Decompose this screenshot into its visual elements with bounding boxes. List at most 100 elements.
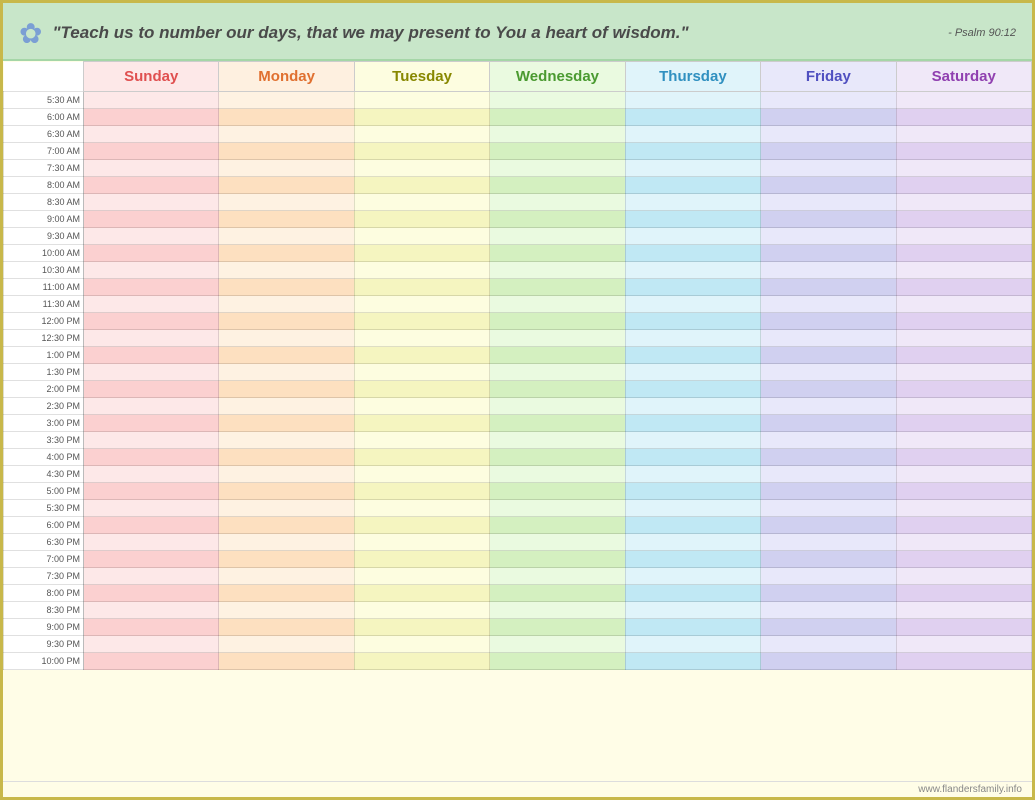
thursday-cell[interactable] xyxy=(625,585,760,602)
monday-cell[interactable] xyxy=(219,160,354,177)
sunday-cell[interactable] xyxy=(84,313,219,330)
monday-cell[interactable] xyxy=(219,551,354,568)
monday-cell[interactable] xyxy=(219,262,354,279)
thursday-cell[interactable] xyxy=(625,92,760,109)
thursday-cell[interactable] xyxy=(625,551,760,568)
saturday-cell[interactable] xyxy=(896,602,1031,619)
saturday-cell[interactable] xyxy=(896,619,1031,636)
wednesday-cell[interactable] xyxy=(490,109,625,126)
thursday-cell[interactable] xyxy=(625,653,760,670)
wednesday-cell[interactable] xyxy=(490,245,625,262)
wednesday-cell[interactable] xyxy=(490,279,625,296)
wednesday-cell[interactable] xyxy=(490,330,625,347)
monday-cell[interactable] xyxy=(219,279,354,296)
saturday-cell[interactable] xyxy=(896,279,1031,296)
friday-cell[interactable] xyxy=(761,228,896,245)
tuesday-cell[interactable] xyxy=(354,177,489,194)
thursday-cell[interactable] xyxy=(625,109,760,126)
thursday-cell[interactable] xyxy=(625,126,760,143)
thursday-cell[interactable] xyxy=(625,330,760,347)
saturday-cell[interactable] xyxy=(896,177,1031,194)
monday-cell[interactable] xyxy=(219,126,354,143)
sunday-cell[interactable] xyxy=(84,398,219,415)
tuesday-cell[interactable] xyxy=(354,160,489,177)
monday-cell[interactable] xyxy=(219,347,354,364)
saturday-cell[interactable] xyxy=(896,126,1031,143)
thursday-cell[interactable] xyxy=(625,211,760,228)
wednesday-cell[interactable] xyxy=(490,636,625,653)
thursday-cell[interactable] xyxy=(625,568,760,585)
monday-cell[interactable] xyxy=(219,296,354,313)
friday-cell[interactable] xyxy=(761,211,896,228)
saturday-cell[interactable] xyxy=(896,347,1031,364)
monday-cell[interactable] xyxy=(219,415,354,432)
tuesday-cell[interactable] xyxy=(354,381,489,398)
monday-cell[interactable] xyxy=(219,568,354,585)
friday-cell[interactable] xyxy=(761,500,896,517)
thursday-cell[interactable] xyxy=(625,449,760,466)
monday-cell[interactable] xyxy=(219,534,354,551)
friday-cell[interactable] xyxy=(761,381,896,398)
tuesday-cell[interactable] xyxy=(354,330,489,347)
wednesday-cell[interactable] xyxy=(490,160,625,177)
sunday-cell[interactable] xyxy=(84,296,219,313)
wednesday-cell[interactable] xyxy=(490,568,625,585)
sunday-cell[interactable] xyxy=(84,636,219,653)
friday-cell[interactable] xyxy=(761,449,896,466)
tuesday-cell[interactable] xyxy=(354,568,489,585)
friday-cell[interactable] xyxy=(761,602,896,619)
monday-cell[interactable] xyxy=(219,500,354,517)
tuesday-cell[interactable] xyxy=(354,364,489,381)
wednesday-cell[interactable] xyxy=(490,364,625,381)
sunday-cell[interactable] xyxy=(84,602,219,619)
thursday-cell[interactable] xyxy=(625,228,760,245)
wednesday-cell[interactable] xyxy=(490,619,625,636)
saturday-cell[interactable] xyxy=(896,483,1031,500)
sunday-cell[interactable] xyxy=(84,245,219,262)
monday-cell[interactable] xyxy=(219,483,354,500)
sunday-cell[interactable] xyxy=(84,551,219,568)
tuesday-cell[interactable] xyxy=(354,432,489,449)
friday-cell[interactable] xyxy=(761,534,896,551)
wednesday-cell[interactable] xyxy=(490,449,625,466)
monday-cell[interactable] xyxy=(219,517,354,534)
tuesday-cell[interactable] xyxy=(354,92,489,109)
tuesday-cell[interactable] xyxy=(354,619,489,636)
friday-cell[interactable] xyxy=(761,551,896,568)
sunday-cell[interactable] xyxy=(84,262,219,279)
monday-cell[interactable] xyxy=(219,245,354,262)
monday-cell[interactable] xyxy=(219,143,354,160)
saturday-cell[interactable] xyxy=(896,636,1031,653)
saturday-cell[interactable] xyxy=(896,364,1031,381)
thursday-cell[interactable] xyxy=(625,483,760,500)
monday-cell[interactable] xyxy=(219,466,354,483)
sunday-cell[interactable] xyxy=(84,92,219,109)
monday-cell[interactable] xyxy=(219,109,354,126)
wednesday-cell[interactable] xyxy=(490,228,625,245)
thursday-cell[interactable] xyxy=(625,534,760,551)
monday-cell[interactable] xyxy=(219,398,354,415)
tuesday-cell[interactable] xyxy=(354,466,489,483)
wednesday-cell[interactable] xyxy=(490,347,625,364)
friday-cell[interactable] xyxy=(761,279,896,296)
saturday-cell[interactable] xyxy=(896,551,1031,568)
tuesday-cell[interactable] xyxy=(354,636,489,653)
monday-cell[interactable] xyxy=(219,330,354,347)
friday-cell[interactable] xyxy=(761,347,896,364)
tuesday-cell[interactable] xyxy=(354,126,489,143)
sunday-cell[interactable] xyxy=(84,653,219,670)
tuesday-cell[interactable] xyxy=(354,143,489,160)
sunday-cell[interactable] xyxy=(84,483,219,500)
saturday-cell[interactable] xyxy=(896,517,1031,534)
wednesday-cell[interactable] xyxy=(490,602,625,619)
friday-cell[interactable] xyxy=(761,262,896,279)
thursday-cell[interactable] xyxy=(625,636,760,653)
saturday-cell[interactable] xyxy=(896,160,1031,177)
thursday-cell[interactable] xyxy=(625,602,760,619)
thursday-cell[interactable] xyxy=(625,143,760,160)
wednesday-cell[interactable] xyxy=(490,177,625,194)
thursday-cell[interactable] xyxy=(625,466,760,483)
saturday-cell[interactable] xyxy=(896,296,1031,313)
monday-cell[interactable] xyxy=(219,602,354,619)
friday-cell[interactable] xyxy=(761,568,896,585)
